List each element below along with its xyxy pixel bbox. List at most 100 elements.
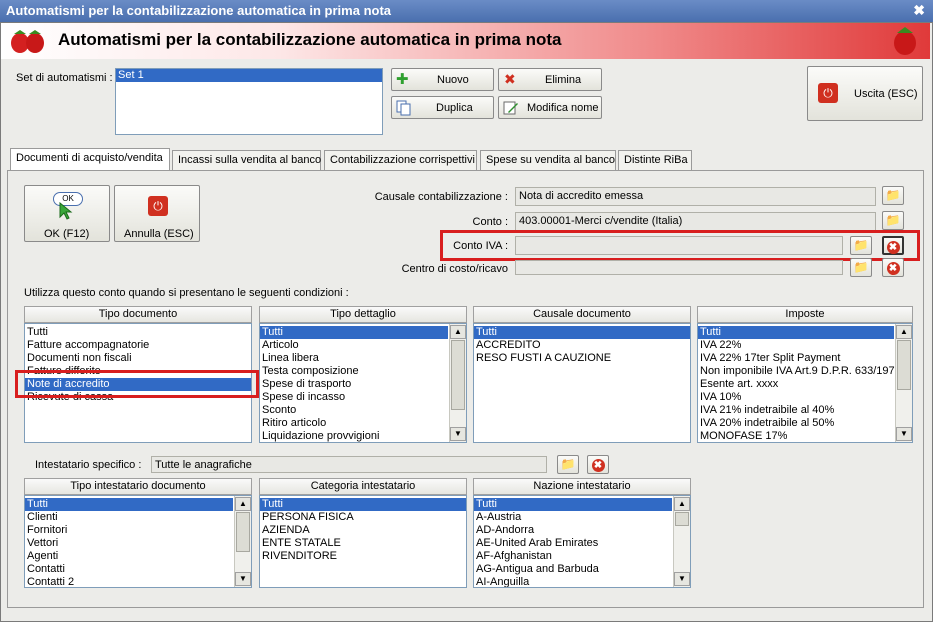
list-item[interactable]: Spese di incasso xyxy=(260,391,466,404)
list-item[interactable]: Esente art. xxxx xyxy=(698,378,912,391)
causale-documento-list[interactable]: Tutti ACCREDITO RESO FUSTI A CAUZIONE xyxy=(473,323,691,443)
list-item[interactable]: Non imponibile IVA Art.9 D.P.R. 633/197 xyxy=(698,365,912,378)
list-item[interactable]: ACCREDITO xyxy=(474,339,690,352)
list-item[interactable]: PERSONA FISICA xyxy=(260,511,466,524)
list-item[interactable]: RESO FUSTI A CAUZIONE xyxy=(474,352,690,365)
scrollbar[interactable]: ▲ ▼ xyxy=(449,324,466,442)
tab-spese[interactable]: Spese su vendita al banco xyxy=(480,150,616,170)
folder-icon[interactable]: 📁 xyxy=(882,186,904,205)
folder-icon[interactable]: 📁 xyxy=(882,211,904,230)
list-item[interactable]: Clienti xyxy=(25,511,251,524)
list-item[interactable]: AF-Afghanistan xyxy=(474,550,690,563)
list-item[interactable]: Tutti xyxy=(698,326,894,339)
scroll-up-icon[interactable]: ▲ xyxy=(450,325,466,339)
scroll-up-icon[interactable]: ▲ xyxy=(235,497,251,511)
intestatario-field[interactable]: Tutte le anagrafiche xyxy=(151,456,547,473)
list-item[interactable]: IVA 22% 17ter Split Payment xyxy=(698,352,912,365)
clear-icon[interactable]: ✖ xyxy=(587,455,609,474)
list-item[interactable]: AG-Antigua and Barbuda xyxy=(474,563,690,576)
list-item[interactable]: Spese di trasporto xyxy=(260,378,466,391)
list-item[interactable]: Tutti xyxy=(260,498,466,511)
tab-documenti[interactable]: Documenti di acquisto/vendita xyxy=(10,148,170,171)
conditions-label: Utilizza questo conto quando si presenta… xyxy=(24,287,349,299)
list-item[interactable]: ENTE STATALE xyxy=(260,537,466,550)
clear-icon[interactable]: ✖ xyxy=(882,258,904,277)
folder-icon[interactable]: 📁 xyxy=(850,236,872,255)
tipo-dettaglio-list[interactable]: Tutti Articolo Linea libera Testa compos… xyxy=(259,323,467,443)
list-item[interactable]: Agenti xyxy=(25,550,251,563)
list-item[interactable]: Fornitori xyxy=(25,524,251,537)
scroll-up-icon[interactable]: ▲ xyxy=(674,497,690,511)
list-item[interactable]: AI-Anguilla xyxy=(474,576,690,587)
list-item[interactable]: IVA 22% xyxy=(698,339,912,352)
nuovo-button[interactable]: ✚ Nuovo xyxy=(391,68,494,91)
clear-icon[interactable]: ✖ xyxy=(882,236,904,255)
list-item[interactable]: Linea libera xyxy=(260,352,466,365)
list-item[interactable]: Sconto xyxy=(260,404,466,417)
list-item[interactable]: IVA 10% xyxy=(698,391,912,404)
folder-icon[interactable]: 📁 xyxy=(850,258,872,277)
list-item[interactable]: Ritiro articolo xyxy=(260,417,466,430)
close-icon[interactable]: ✖ xyxy=(913,2,925,19)
list-item[interactable]: MONOFASE 17% xyxy=(698,430,912,442)
list-item[interactable]: Vettori xyxy=(25,537,251,550)
folder-icon[interactable]: 📁 xyxy=(557,455,579,474)
list-item[interactable]: AD-Andorra xyxy=(474,524,690,537)
intestatario-label: Intestatario specifico : xyxy=(35,459,142,471)
scroll-down-icon[interactable]: ▼ xyxy=(450,427,466,441)
list-item[interactable]: Tutti xyxy=(260,326,448,339)
imposte-header: Imposte xyxy=(697,306,913,323)
modifica-nome-button[interactable]: Modifica nome xyxy=(498,96,602,119)
set-listbox[interactable]: Set 1 xyxy=(115,68,383,135)
scroll-thumb[interactable] xyxy=(451,340,465,410)
annulla-button[interactable]: ⏻ Annulla (ESC) xyxy=(114,185,200,242)
list-item[interactable]: A-Austria xyxy=(474,511,690,524)
scroll-down-icon[interactable]: ▼ xyxy=(235,572,251,586)
list-item[interactable]: Liquidazione provvigioni xyxy=(260,430,466,442)
scrollbar[interactable]: ▲ ▼ xyxy=(234,496,251,587)
tab-corrispettivi[interactable]: Contabilizzazione corrispettivi xyxy=(324,150,477,170)
conto-field[interactable]: 403.00001-Merci c/vendite (Italia) xyxy=(515,212,876,231)
conto-iva-field[interactable] xyxy=(515,236,843,255)
uscita-button[interactable]: ⏻ Uscita (ESC) xyxy=(807,66,923,121)
list-item[interactable]: AE-United Arab Emirates xyxy=(474,537,690,550)
list-item[interactable]: Documenti non fiscali xyxy=(25,352,251,365)
list-item[interactable]: Articolo xyxy=(260,339,466,352)
banner-title: Automatismi per la contabilizzazione aut… xyxy=(58,30,562,49)
plus-icon: ✚ xyxy=(396,71,409,88)
scroll-thumb[interactable] xyxy=(897,340,911,390)
tab-riba[interactable]: Distinte RiBa xyxy=(618,150,692,170)
ok-button[interactable]: OK OK (F12) xyxy=(24,185,110,242)
list-item[interactable]: Tutti xyxy=(25,498,233,511)
duplica-button[interactable]: Duplica xyxy=(391,96,494,119)
list-item[interactable]: Tutti xyxy=(474,498,672,511)
list-item[interactable]: Fatture accompagnatorie xyxy=(25,339,251,352)
scroll-thumb[interactable] xyxy=(675,512,689,526)
categoria-list[interactable]: Tutti PERSONA FISICA AZIENDA ENTE STATAL… xyxy=(259,495,467,588)
list-item[interactable]: Testa composizione xyxy=(260,365,466,378)
set-item[interactable]: Set 1 xyxy=(116,69,382,82)
scroll-down-icon[interactable]: ▼ xyxy=(896,427,912,441)
tab-incassi[interactable]: Incassi sulla vendita al banco xyxy=(172,150,321,170)
list-item[interactable]: Tutti xyxy=(474,326,690,339)
centro-field[interactable] xyxy=(515,260,843,275)
window-title-bar: Automatismi per la contabilizzazione aut… xyxy=(0,0,933,22)
elimina-button[interactable]: ✖ Elimina xyxy=(498,68,602,91)
window-title: Automatismi per la contabilizzazione aut… xyxy=(6,3,392,18)
scroll-up-icon[interactable]: ▲ xyxy=(896,325,912,339)
imposte-list[interactable]: Tutti IVA 22% IVA 22% 17ter Split Paymen… xyxy=(697,323,913,443)
list-item[interactable]: RIVENDITORE xyxy=(260,550,466,563)
list-item[interactable]: Contatti 2 xyxy=(25,576,251,587)
scroll-thumb[interactable] xyxy=(236,512,250,552)
list-item[interactable]: Tutti xyxy=(25,326,251,339)
scrollbar[interactable]: ▲ ▼ xyxy=(673,496,690,587)
list-item[interactable]: AZIENDA xyxy=(260,524,466,537)
tipo-intestatario-list[interactable]: Tutti Clienti Fornitori Vettori Agenti C… xyxy=(24,495,252,588)
scrollbar[interactable]: ▲ ▼ xyxy=(895,324,912,442)
list-item[interactable]: Contatti xyxy=(25,563,251,576)
list-item[interactable]: IVA 21% indetraibile al 40% xyxy=(698,404,912,417)
list-item[interactable]: IVA 20% indetraibile al 50% xyxy=(698,417,912,430)
causale-field[interactable]: Nota di accredito emessa xyxy=(515,187,876,206)
nazione-list[interactable]: Tutti A-Austria AD-Andorra AE-United Ara… xyxy=(473,495,691,588)
scroll-down-icon[interactable]: ▼ xyxy=(674,572,690,586)
